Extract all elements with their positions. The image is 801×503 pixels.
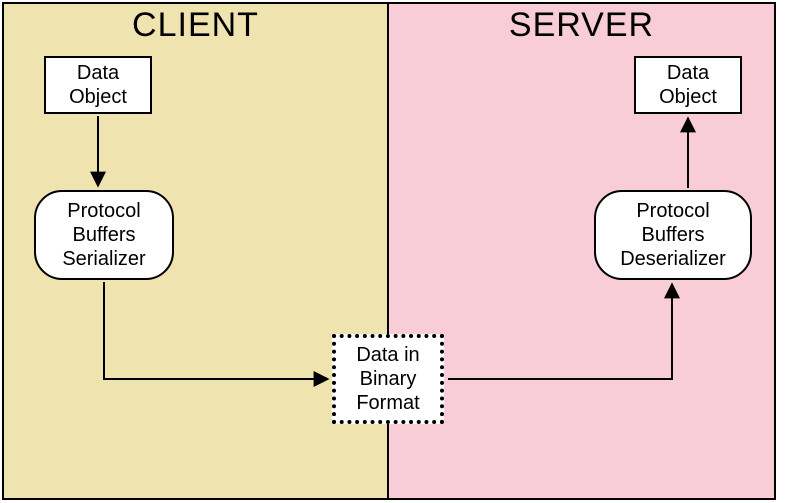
binary-data-node: Data inBinaryFormat — [332, 334, 444, 424]
client-title: CLIENT — [4, 6, 387, 45]
diagram-container: CLIENT SERVER DataObject ProtocolBuffers… — [2, 2, 776, 500]
server-data-object: DataObject — [634, 56, 742, 114]
server-title: SERVER — [389, 6, 774, 45]
client-serializer: ProtocolBuffersSerializer — [34, 190, 174, 280]
client-data-object: DataObject — [44, 56, 152, 114]
server-deserializer: ProtocolBuffersDeserializer — [594, 190, 752, 280]
